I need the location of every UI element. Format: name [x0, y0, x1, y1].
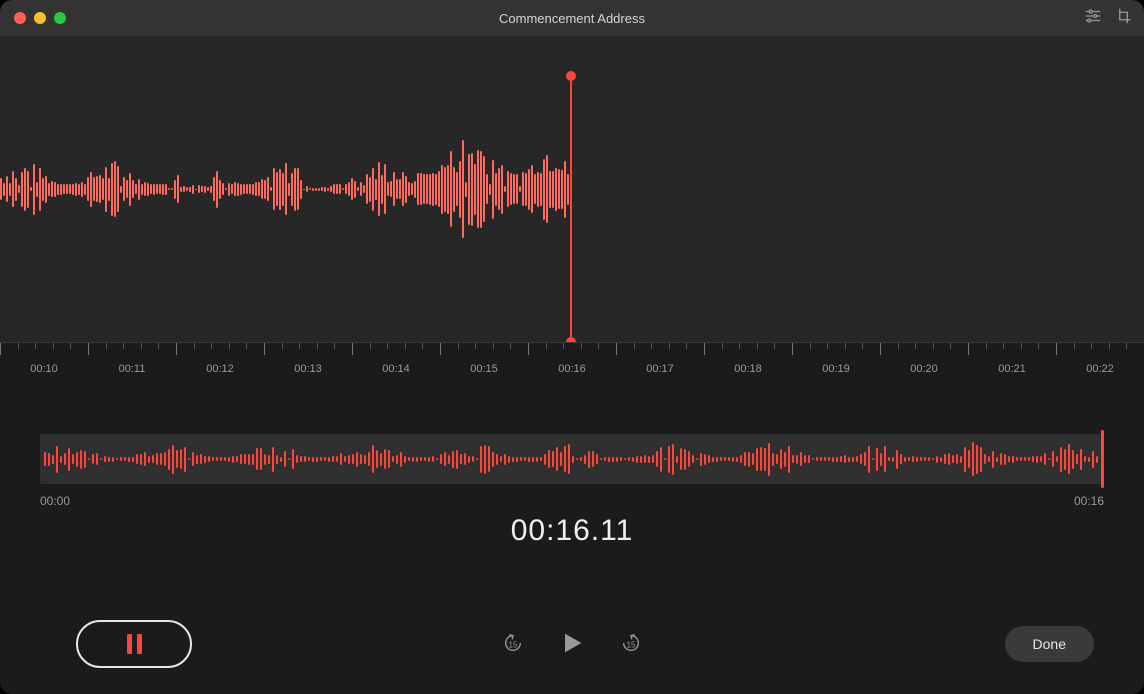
window-zoom-button[interactable]	[54, 12, 66, 24]
ruler-tick-label: 00:14	[382, 363, 410, 375]
settings-icon[interactable]	[1084, 7, 1102, 30]
app-window: Commencement Address 00:1000:1100:1200:1…	[0, 0, 1144, 694]
done-button[interactable]: Done	[1005, 626, 1094, 662]
overview-start-time: 00:00	[40, 494, 70, 508]
ruler-tick-label: 00:22	[1086, 363, 1114, 375]
time-display: 00:16.11	[0, 514, 1144, 548]
pause-icon	[127, 634, 142, 654]
ruler-tick-label: 00:17	[646, 363, 674, 375]
ruler-tick-label: 00:10	[30, 363, 58, 375]
play-button[interactable]	[558, 629, 586, 660]
ruler-tick-label: 00:16	[558, 363, 586, 375]
skip-back-15-button[interactable]: 15	[502, 632, 524, 657]
pause-record-button[interactable]	[76, 620, 192, 668]
ruler-tick-label: 00:13	[294, 363, 322, 375]
trim-icon[interactable]	[1116, 7, 1134, 30]
skip-forward-15-button[interactable]: 15	[620, 632, 642, 657]
ruler-tick-label: 00:15	[470, 363, 498, 375]
ruler-tick-label: 00:11	[119, 363, 146, 375]
ruler-tick-label: 00:19	[822, 363, 850, 375]
window-traffic-lights	[14, 12, 66, 24]
window-close-button[interactable]	[14, 12, 26, 24]
transport-controls: 15 15 Done	[0, 620, 1144, 668]
ruler-tick-label: 00:20	[910, 363, 938, 375]
titlebar: Commencement Address	[0, 0, 1144, 36]
overview-end-time: 00:16	[1074, 494, 1104, 508]
playhead[interactable]	[570, 76, 572, 342]
ruler-tick-label: 00:12	[206, 363, 234, 375]
window-title: Commencement Address	[0, 11, 1144, 26]
ruler-tick-label: 00:21	[998, 363, 1026, 375]
window-minimize-button[interactable]	[34, 12, 46, 24]
overview-panel[interactable]: 00:00 00:16	[40, 434, 1104, 484]
time-ruler: 00:10 00:11 00:12 00:13 00:14 00:15 00:16 00:17…	[0, 342, 1144, 394]
overview-playhead[interactable]	[1101, 430, 1104, 488]
waveform-panel[interactable]	[0, 36, 1144, 342]
ruler-tick-label: 00:18	[734, 363, 762, 375]
